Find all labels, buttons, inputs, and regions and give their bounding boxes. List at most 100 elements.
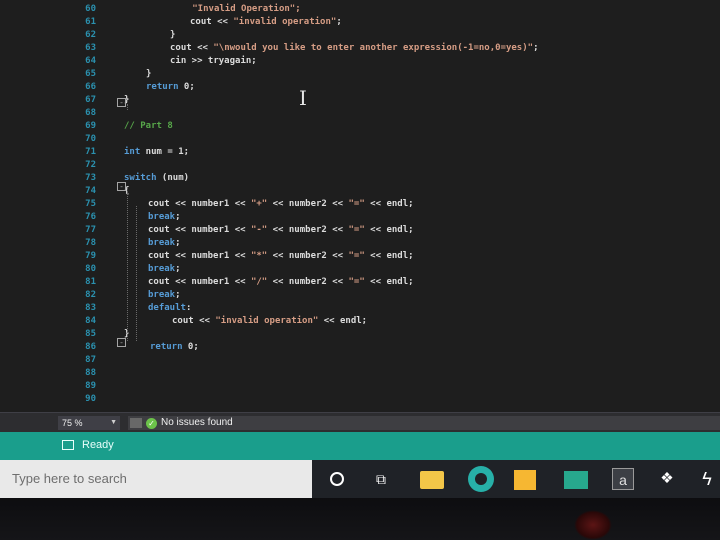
dropbox-icon[interactable]: ❖ bbox=[656, 468, 678, 490]
line-number: 68 bbox=[85, 108, 96, 118]
indent-guide bbox=[136, 206, 137, 341]
collapse-toggle-icon[interactable]: - bbox=[117, 182, 126, 191]
code-line[interactable]: cout << "\nwould you like to enter anoth… bbox=[170, 43, 538, 53]
code-line[interactable]: // Part 8 bbox=[124, 121, 173, 131]
collapse-toggle-icon[interactable]: - bbox=[117, 98, 126, 107]
line-number: 61 bbox=[85, 17, 96, 27]
code-token: switch bbox=[124, 173, 157, 183]
code-token: << endl; bbox=[364, 251, 414, 261]
line-number: 65 bbox=[85, 69, 96, 79]
code-token: ; bbox=[336, 17, 342, 27]
search-placeholder: Type here to search bbox=[12, 471, 127, 486]
code-line[interactable]: cout << number1 << "*" << number2 << "="… bbox=[148, 251, 414, 261]
line-number: 63 bbox=[85, 43, 96, 53]
status-bar: Ready bbox=[0, 432, 720, 460]
cortana-icon[interactable] bbox=[326, 468, 348, 490]
code-token: 0; bbox=[182, 342, 199, 352]
code-token: "=" bbox=[348, 277, 365, 287]
code-token: break bbox=[148, 238, 176, 248]
line-number: 67 bbox=[85, 95, 96, 105]
file-explorer-icon[interactable] bbox=[420, 471, 444, 489]
code-line[interactable]: cout << number1 << "/" << number2 << "="… bbox=[148, 277, 414, 287]
line-number: 85 bbox=[85, 329, 96, 339]
indent-guide bbox=[127, 104, 128, 110]
code-token: cout << number1 << bbox=[148, 251, 251, 261]
issues-text: No issues found bbox=[161, 417, 233, 428]
amazon-icon[interactable]: a bbox=[612, 468, 634, 490]
bolt-icon[interactable]: ϟ bbox=[696, 468, 718, 490]
code-line[interactable]: break; bbox=[148, 290, 181, 300]
issues-indicator[interactable]: ✓ No issues found bbox=[146, 416, 233, 430]
line-number: 88 bbox=[85, 368, 96, 378]
screen: 60 61 62 63 64 65 66 67 68 69 70 71 72 73 74 75 76 77 78 79… bbox=[0, 0, 720, 498]
code-line[interactable]: return 0; bbox=[146, 82, 195, 92]
code-line[interactable]: return 0; bbox=[150, 342, 199, 352]
code-token: num = 1; bbox=[140, 147, 190, 157]
line-number: 80 bbox=[85, 264, 96, 274]
code-token: 0; bbox=[178, 82, 195, 92]
line-number: 82 bbox=[85, 290, 96, 300]
line-number: 69 bbox=[85, 121, 96, 131]
code-line[interactable]: switch (num) bbox=[124, 173, 189, 183]
line-number: 75 bbox=[85, 199, 96, 209]
code-token: << endl; bbox=[318, 316, 368, 326]
code-line[interactable]: cout << number1 << "+" << number2 << "="… bbox=[148, 199, 414, 209]
code-token: << number2 << bbox=[267, 251, 349, 261]
line-number: 62 bbox=[85, 30, 96, 40]
line-number: 71 bbox=[85, 147, 96, 157]
code-token: } bbox=[146, 69, 152, 79]
code-line[interactable]: cout << "invalid operation"; bbox=[190, 17, 342, 27]
code-token: "/" bbox=[250, 277, 268, 287]
code-token: cout << number1 << bbox=[148, 277, 251, 287]
line-number: 66 bbox=[85, 82, 96, 92]
code-line[interactable]: } bbox=[146, 69, 151, 79]
line-number: 89 bbox=[85, 381, 96, 391]
code-line[interactable]: int num = 1; bbox=[124, 147, 189, 157]
line-number: 74 bbox=[85, 186, 96, 196]
line-number: 64 bbox=[85, 56, 96, 66]
code-line[interactable]: } bbox=[170, 30, 175, 40]
code-token: "invalid operation" bbox=[215, 316, 319, 326]
code-token: break bbox=[148, 212, 176, 222]
collapse-toggle-icon[interactable]: - bbox=[117, 338, 126, 347]
scrollbar-thumb[interactable] bbox=[130, 418, 142, 428]
code-token: (num) bbox=[156, 173, 190, 183]
code-line[interactable]: cin >> tryagain; bbox=[170, 56, 257, 66]
code-token: << endl; bbox=[364, 277, 414, 287]
code-line[interactable]: cout << "invalid operation" << endl; bbox=[172, 316, 367, 326]
code-token: << number2 << bbox=[267, 225, 349, 235]
code-line[interactable]: default: bbox=[148, 303, 191, 313]
code-line[interactable]: break; bbox=[148, 212, 181, 222]
code-token: cout << number1 << bbox=[148, 225, 251, 235]
code-line[interactable]: "Invalid Operation"; bbox=[176, 4, 301, 14]
code-editor[interactable]: 60 61 62 63 64 65 66 67 68 69 70 71 72 73 74 75 76 77 78 79… bbox=[0, 0, 720, 412]
code-token: "=" bbox=[348, 225, 365, 235]
code-token: "-" bbox=[250, 225, 268, 235]
task-view-icon[interactable]: ⧉ bbox=[370, 468, 392, 490]
line-number: 81 bbox=[85, 277, 96, 287]
line-number: 70 bbox=[85, 134, 96, 144]
line-number: 79 bbox=[85, 251, 96, 261]
mail-icon[interactable] bbox=[564, 471, 588, 489]
code-token: int bbox=[124, 147, 141, 157]
code-line[interactable]: break; bbox=[148, 264, 181, 274]
line-number: 77 bbox=[85, 225, 96, 235]
code-token: "Invalid Operation"; bbox=[192, 4, 301, 14]
code-line[interactable]: break; bbox=[148, 238, 181, 248]
taskbar-search-box[interactable]: Type here to search bbox=[0, 460, 312, 498]
code-token: cin >> tryagain; bbox=[170, 56, 257, 66]
code-token: "=" bbox=[348, 199, 365, 209]
edge-browser-icon[interactable] bbox=[468, 466, 494, 492]
line-number: 84 bbox=[85, 316, 96, 326]
code-token: cout << bbox=[170, 43, 214, 53]
code-token: return bbox=[150, 342, 183, 352]
line-number: 76 bbox=[85, 212, 96, 222]
line-number: 73 bbox=[85, 173, 96, 183]
zoom-value: 75 % bbox=[62, 418, 83, 428]
code-token: default bbox=[148, 303, 186, 313]
code-line[interactable]: cout << number1 << "-" << number2 << "="… bbox=[148, 225, 414, 235]
zoom-dropdown[interactable]: 75 % ▼ bbox=[58, 416, 120, 430]
code-token: ; bbox=[175, 238, 181, 248]
store-icon[interactable] bbox=[514, 470, 536, 490]
